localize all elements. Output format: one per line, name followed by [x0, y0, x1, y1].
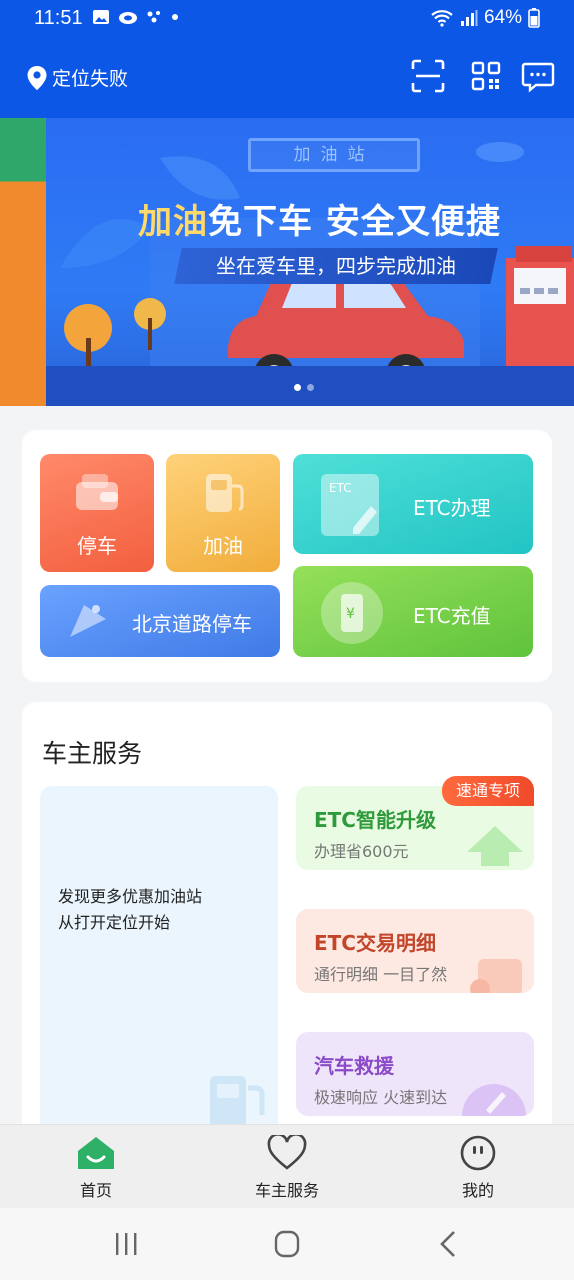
banner-subline: 坐在爱车里，四步完成加油 [216, 254, 456, 278]
owner-services-card: 车主服务 发现更多优惠加油站 从打开定位开始 ETC智能升级 办理省600元 速… [22, 702, 552, 1142]
scan-icon[interactable] [410, 58, 446, 94]
location-button[interactable]: 定位失败 [26, 64, 128, 91]
status-bar: 11:51 64% [0, 0, 574, 36]
battery-icon [528, 8, 540, 28]
tab-owner-services-label: 车主服务 [254, 1181, 319, 1200]
back-icon[interactable] [428, 1228, 468, 1260]
status-notification-icons [92, 9, 178, 25]
banner-pagination [294, 384, 314, 391]
battery-percent: 64% [483, 7, 522, 28]
banner-headline-highlight: 加油 [138, 202, 208, 242]
express-badge: 速通专项 [442, 776, 534, 806]
etc-card-icon: ETC [321, 474, 379, 536]
status-time: 11:51 [34, 7, 83, 29]
banner-dot-active [294, 384, 301, 391]
beijing-parking-button[interactable]: 北京道路停车 [40, 585, 280, 657]
banner-headline-rest: 免下车 安全又便捷 [208, 202, 501, 242]
qrcode-icon[interactable] [468, 58, 504, 94]
profile-icon [460, 1135, 496, 1171]
upload-cloud-icon [467, 826, 523, 866]
home-icon [78, 1137, 114, 1169]
status-system-icons: 64% [430, 7, 540, 29]
etc-transactions-card[interactable]: ETC交易明细 通行明细 一目了然 [296, 909, 534, 993]
svg-text:¥: ¥ [346, 606, 355, 622]
fuel-label: 加油 [203, 534, 243, 558]
signal-icon [460, 10, 478, 26]
roadside-rescue-subtitle: 极速响应 火速到达 [314, 1088, 448, 1107]
banner-subline-box: 坐在爱车里，四步完成加油 [174, 248, 498, 284]
tab-home-label: 首页 [79, 1181, 112, 1200]
etc-transactions-title: ETC交易明细 [314, 931, 436, 955]
etc-upgrade-title: ETC智能升级 [314, 808, 436, 832]
tab-mine-label: 我的 [461, 1181, 494, 1200]
banner-dot [307, 384, 314, 391]
bottom-tab-bar: 首页 车主服务 我的 [0, 1124, 574, 1208]
wallet-icon [76, 474, 118, 510]
roadside-rescue-card[interactable]: 汽车救援 极速响应 火速到达 [296, 1032, 534, 1116]
message-icon[interactable] [520, 58, 556, 94]
parking-label: 停车 [77, 534, 117, 558]
recent-apps-icon[interactable] [106, 1228, 146, 1260]
parking-tag-icon [70, 605, 106, 637]
receipt-icon [470, 959, 522, 993]
etc-apply-label: ETC办理 [413, 496, 491, 520]
system-navigation-bar [0, 1208, 574, 1280]
location-hint-line2: 从打开定位开始 [58, 913, 171, 932]
tab-home[interactable]: 首页 [41, 1135, 151, 1201]
etc-recharge-label: ETC充值 [413, 604, 491, 628]
fuel-station-icon [210, 1076, 265, 1130]
app-header: 定位失败 [0, 36, 574, 118]
tab-mine[interactable]: 我的 [423, 1135, 533, 1201]
quick-actions-card: 停车 加油 ETC ETC办理 ¥ ETC充值 北京道路停车 [22, 430, 552, 682]
gallery-icon [93, 10, 109, 24]
etc-recharge-button[interactable]: ¥ ETC充值 [293, 566, 533, 657]
promo-banner[interactable]: 加油站 加油免下车 安全又便捷 坐在爱车里，四步完成加油 [0, 118, 574, 406]
location-text: 定位失败 [52, 68, 129, 90]
station-sign: 加油站 [248, 138, 420, 172]
parking-button[interactable]: 停车 [40, 454, 154, 572]
fuel-pump-icon [206, 474, 244, 512]
location-hint: 发现更多优惠加油站 从打开定位开始 [58, 884, 202, 936]
banner-headline: 加油免下车 安全又便捷 [138, 194, 501, 243]
etc-upgrade-subtitle: 办理省600元 [314, 842, 409, 861]
cloud-icon [119, 12, 137, 24]
rescue-icon [462, 1084, 526, 1116]
enable-location-panel[interactable]: 发现更多优惠加油站 从打开定位开始 [40, 786, 278, 1142]
beijing-parking-label: 北京道路停车 [132, 612, 252, 636]
location-pin-icon [27, 65, 47, 90]
wifi-icon [431, 10, 453, 27]
home-button-icon[interactable] [267, 1228, 307, 1260]
notification-dot-icon [172, 14, 178, 20]
phone-recharge-icon: ¥ [321, 582, 383, 644]
services-title: 车主服务 [42, 739, 143, 768]
location-hint-line1: 发现更多优惠加油站 [58, 887, 203, 906]
etc-transactions-subtitle: 通行明细 一目了然 [314, 965, 448, 984]
dots-app-icon [147, 11, 160, 23]
fuel-button[interactable]: 加油 [166, 454, 280, 572]
svg-text:ETC: ETC [329, 481, 352, 495]
etc-apply-button[interactable]: ETC ETC办理 [293, 454, 533, 554]
tab-owner-services[interactable]: 车主服务 [232, 1135, 342, 1201]
roadside-rescue-title: 汽车救援 [314, 1054, 394, 1078]
heart-icon [267, 1135, 307, 1170]
